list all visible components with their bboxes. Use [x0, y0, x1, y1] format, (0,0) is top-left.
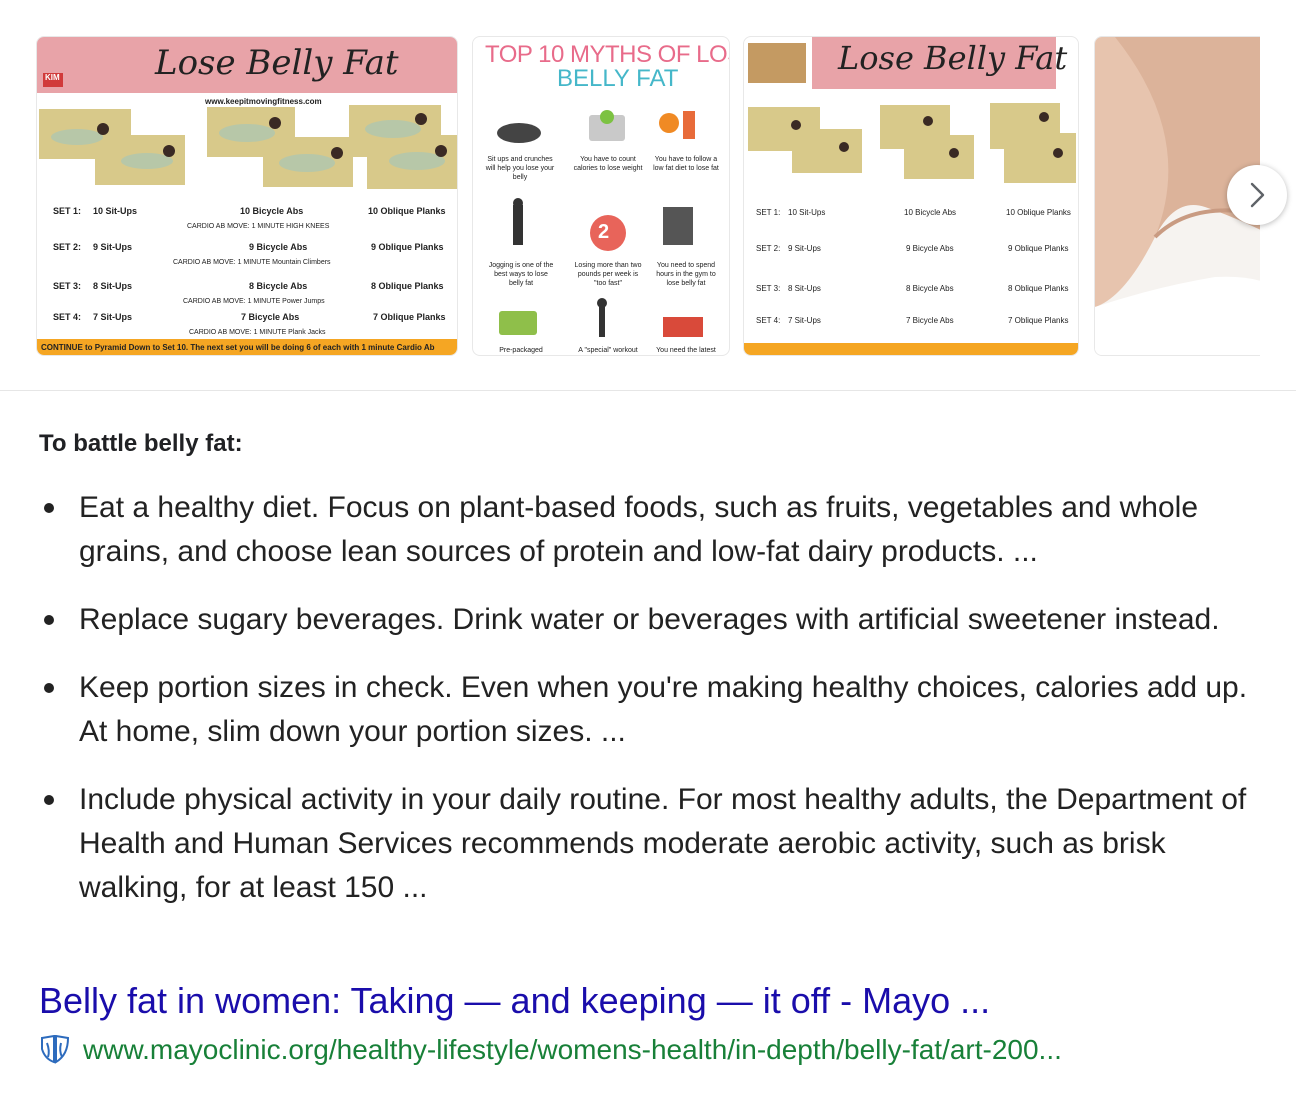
set-cardio: CARDIO AB MOVE: 1 MINUTE Power Jumps	[183, 298, 325, 305]
svg-text:10 Sit-Ups: 10 Sit-Ups	[788, 208, 825, 217]
featured-snippet-card: Lose Belly Fat KIM www.keepitmovingfitne…	[0, 0, 1296, 1098]
svg-text:10 Bicycle Abs: 10 Bicycle Abs	[904, 208, 956, 217]
badge-number: 2	[598, 221, 610, 243]
svg-text:SET 1:: SET 1:	[756, 208, 780, 217]
set-situps: 9 Sit-Ups	[93, 242, 133, 252]
thumb-title-line2: BELLY FAT	[557, 65, 679, 92]
thumb-title: Lose Belly Fat	[838, 39, 1068, 77]
list-item: Eat a healthy diet. Focus on plant-based…	[39, 486, 1269, 574]
set-situps: 10 Sit-Ups	[93, 206, 138, 216]
workout-chart-graphic: SET 1: 10 Sit-Ups 10 Bicycle Abs 10 Oblique…	[744, 37, 1078, 355]
bullet-dot	[44, 615, 54, 625]
thumb-logo: KIM	[45, 73, 60, 82]
set-bicycle: 10 Bicycle Abs	[240, 206, 304, 216]
svg-text:9 Bicycle Abs: 9 Bicycle Abs	[906, 244, 954, 253]
svg-text:10 Oblique Planks: 10 Oblique Planks	[1006, 208, 1071, 217]
set-label: SET 1:	[53, 206, 82, 216]
chevron-right-icon	[1250, 182, 1265, 208]
snippet-bullet-list: Eat a healthy diet. Focus on plant-based…	[39, 486, 1269, 934]
bullet-dot	[44, 795, 54, 805]
myth-caption: Losing more than two pounds per week is …	[574, 262, 642, 287]
set-situps: 7 Sit-Ups	[93, 312, 133, 322]
myth-caption: Jogging is one of the best ways to lose …	[488, 262, 554, 287]
set-label: SET 4:	[53, 312, 82, 322]
set-situps: 8 Sit-Ups	[93, 281, 133, 291]
bullet-text: Include physical activity in your daily …	[79, 783, 1247, 904]
set-cardio: CARDIO AB MOVE: 1 MINUTE HIGH KNEES	[187, 223, 330, 230]
bullet-dot	[44, 503, 54, 513]
myth-caption: Pre-packaged	[499, 347, 543, 354]
bullet-text: Eat a healthy diet. Focus on plant-based…	[79, 491, 1199, 568]
result-title-link[interactable]: Belly fat in women: Taking — and keeping…	[39, 980, 990, 1022]
mayo-clinic-shield-icon	[41, 1035, 70, 1064]
myth-caption: You have to count calories to lose weigh…	[573, 156, 643, 172]
carousel-image-lose-belly-fat[interactable]: Lose Belly Fat KIM www.keepitmovingfitne…	[36, 36, 458, 356]
svg-text:SET 4:: SET 4:	[756, 316, 780, 325]
svg-text:7 Oblique Planks: 7 Oblique Planks	[1008, 316, 1068, 325]
set-planks: 7 Oblique Planks	[373, 312, 446, 322]
list-item: Keep portion sizes in check. Even when y…	[39, 666, 1269, 754]
carousel-image-top-10-myths[interactable]: TOP 10 MYTHS OF LOSING BELLY FAT 2 Sit u…	[472, 36, 730, 356]
divider	[0, 390, 1296, 391]
myth-caption: You have to follow a low fat diet to los…	[653, 156, 719, 172]
svg-text:9 Sit-Ups: 9 Sit-Ups	[788, 244, 821, 253]
list-item: Replace sugary beverages. Drink water or…	[39, 598, 1269, 642]
myth-caption: Sit ups and crunches will help you lose …	[485, 156, 555, 181]
carousel-next-button[interactable]	[1227, 165, 1287, 225]
svg-text:7 Bicycle Abs: 7 Bicycle Abs	[906, 316, 954, 325]
set-planks: 10 Oblique Planks	[368, 206, 446, 216]
result-url-row: www.mayoclinic.org/healthy-lifestyle/wom…	[39, 1034, 1062, 1066]
set-label: SET 3:	[53, 281, 82, 291]
workout-chart-graphic	[37, 37, 457, 355]
thumb-footer: CONTINUE to Pyramid Down to Set 10. The …	[41, 343, 435, 352]
svg-text:8 Oblique Planks: 8 Oblique Planks	[1008, 284, 1068, 293]
set-label: SET 2:	[53, 242, 82, 252]
svg-text:8 Bicycle Abs: 8 Bicycle Abs	[906, 284, 954, 293]
bullet-text: Keep portion sizes in check. Even when y…	[79, 671, 1248, 748]
set-planks: 9 Oblique Planks	[371, 242, 444, 252]
myth-caption: You need to spend hours in the gym to lo…	[656, 262, 716, 287]
carousel-image-lose-belly-fat-2[interactable]: SET 1: 10 Sit-Ups 10 Bicycle Abs 10 Oblique…	[743, 36, 1079, 356]
bullet-dot	[44, 683, 54, 693]
set-bicycle: 7 Bicycle Abs	[241, 312, 300, 322]
set-cardio: CARDIO AB MOVE: 1 MINUTE Mountain Climbe…	[173, 259, 331, 266]
set-cardio: CARDIO AB MOVE: 1 MINUTE Plank Jacks	[189, 329, 326, 336]
svg-text:7 Sit-Ups: 7 Sit-Ups	[788, 316, 821, 325]
myth-caption: A "special" workout	[578, 347, 638, 354]
list-item: Include physical activity in your daily …	[39, 778, 1269, 910]
thumb-site: www.keepitmovingfitness.com	[205, 97, 322, 106]
set-planks: 8 Oblique Planks	[371, 281, 444, 291]
snippet-heading: To battle belly fat:	[39, 430, 243, 457]
result-url-link[interactable]: www.mayoclinic.org/healthy-lifestyle/wom…	[83, 1034, 1062, 1066]
set-bicycle: 9 Bicycle Abs	[249, 242, 308, 252]
image-carousel: Lose Belly Fat KIM www.keepitmovingfitne…	[36, 36, 1260, 356]
bullet-text: Replace sugary beverages. Drink water or…	[79, 603, 1220, 636]
svg-text:SET 2:: SET 2:	[756, 244, 780, 253]
svg-text:8 Sit-Ups: 8 Sit-Ups	[788, 284, 821, 293]
svg-text:SET 3:: SET 3:	[756, 284, 780, 293]
set-bicycle: 8 Bicycle Abs	[249, 281, 308, 291]
svg-text:9 Oblique Planks: 9 Oblique Planks	[1008, 244, 1068, 253]
thumb-title: Lose Belly Fat	[155, 43, 399, 83]
myth-caption: You need the latest	[656, 347, 716, 354]
